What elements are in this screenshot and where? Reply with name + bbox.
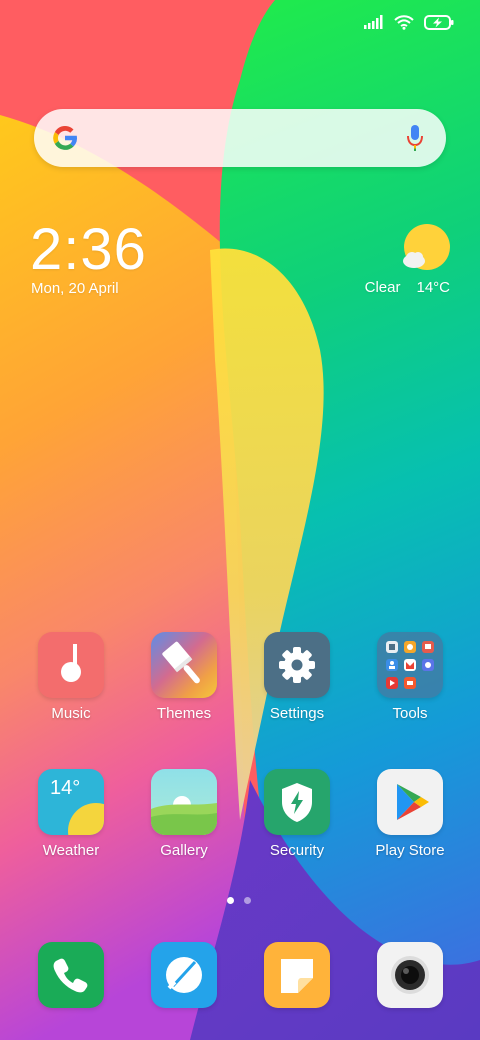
dock-notes[interactable] <box>242 942 352 1008</box>
app-security[interactable]: Security <box>242 769 352 859</box>
phone-icon <box>38 942 104 1008</box>
app-play-store[interactable]: Play Store <box>355 769 465 859</box>
status-bar <box>364 10 454 34</box>
app-tools-folder[interactable]: Tools <box>355 632 465 722</box>
dock-camera[interactable] <box>355 942 465 1008</box>
app-label: Tools <box>392 705 428 722</box>
weather-icon: 14° <box>38 769 104 835</box>
play-store-icon <box>377 769 443 835</box>
messages-icon <box>151 942 217 1008</box>
battery-charging-icon <box>424 14 454 30</box>
weather-widget[interactable]: Clear 14°C <box>365 279 450 296</box>
app-weather[interactable]: 14° Weather <box>16 769 126 859</box>
app-label: Weather <box>42 842 100 859</box>
google-g-icon <box>50 123 80 158</box>
gallery-icon <box>151 769 217 835</box>
sun-cloud-icon[interactable] <box>400 223 452 280</box>
app-settings[interactable]: Settings <box>242 632 352 722</box>
home-screen: 2:36 Mon, 20 April Clear 14°C Music Them… <box>0 0 480 1040</box>
app-music[interactable]: Music <box>16 632 126 722</box>
clock-date[interactable]: Mon, 20 April <box>31 280 119 297</box>
weather-temperature: 14°C <box>416 279 450 296</box>
camera-icon <box>377 942 443 1008</box>
microphone-icon[interactable] <box>406 124 424 157</box>
signal-icon <box>364 15 384 29</box>
page-dot-active[interactable] <box>227 897 234 904</box>
shield-bolt-icon <box>264 769 330 835</box>
app-label: Security <box>269 842 325 859</box>
folder-icon <box>377 632 443 698</box>
weather-app-badge: 14° <box>50 777 81 799</box>
dock-phone[interactable] <box>16 942 126 1008</box>
paintbrush-icon <box>151 632 217 698</box>
app-label: Settings <box>269 705 325 722</box>
clock-time[interactable]: 2:36 <box>30 218 147 282</box>
dock-messages[interactable] <box>129 942 239 1008</box>
app-label: Themes <box>156 705 212 722</box>
app-label: Music <box>51 705 91 722</box>
notes-icon <box>264 942 330 1008</box>
app-label: Play Store <box>375 842 445 859</box>
weather-condition: Clear <box>364 279 401 296</box>
google-search-bar[interactable] <box>34 109 446 167</box>
app-gallery[interactable]: Gallery <box>129 769 239 859</box>
page-indicator <box>227 897 251 904</box>
gear-icon <box>264 632 330 698</box>
music-note-icon <box>38 632 104 698</box>
app-label: Gallery <box>160 842 208 859</box>
page-dot[interactable] <box>244 897 251 904</box>
app-themes[interactable]: Themes <box>129 632 239 722</box>
wifi-icon <box>394 14 414 30</box>
